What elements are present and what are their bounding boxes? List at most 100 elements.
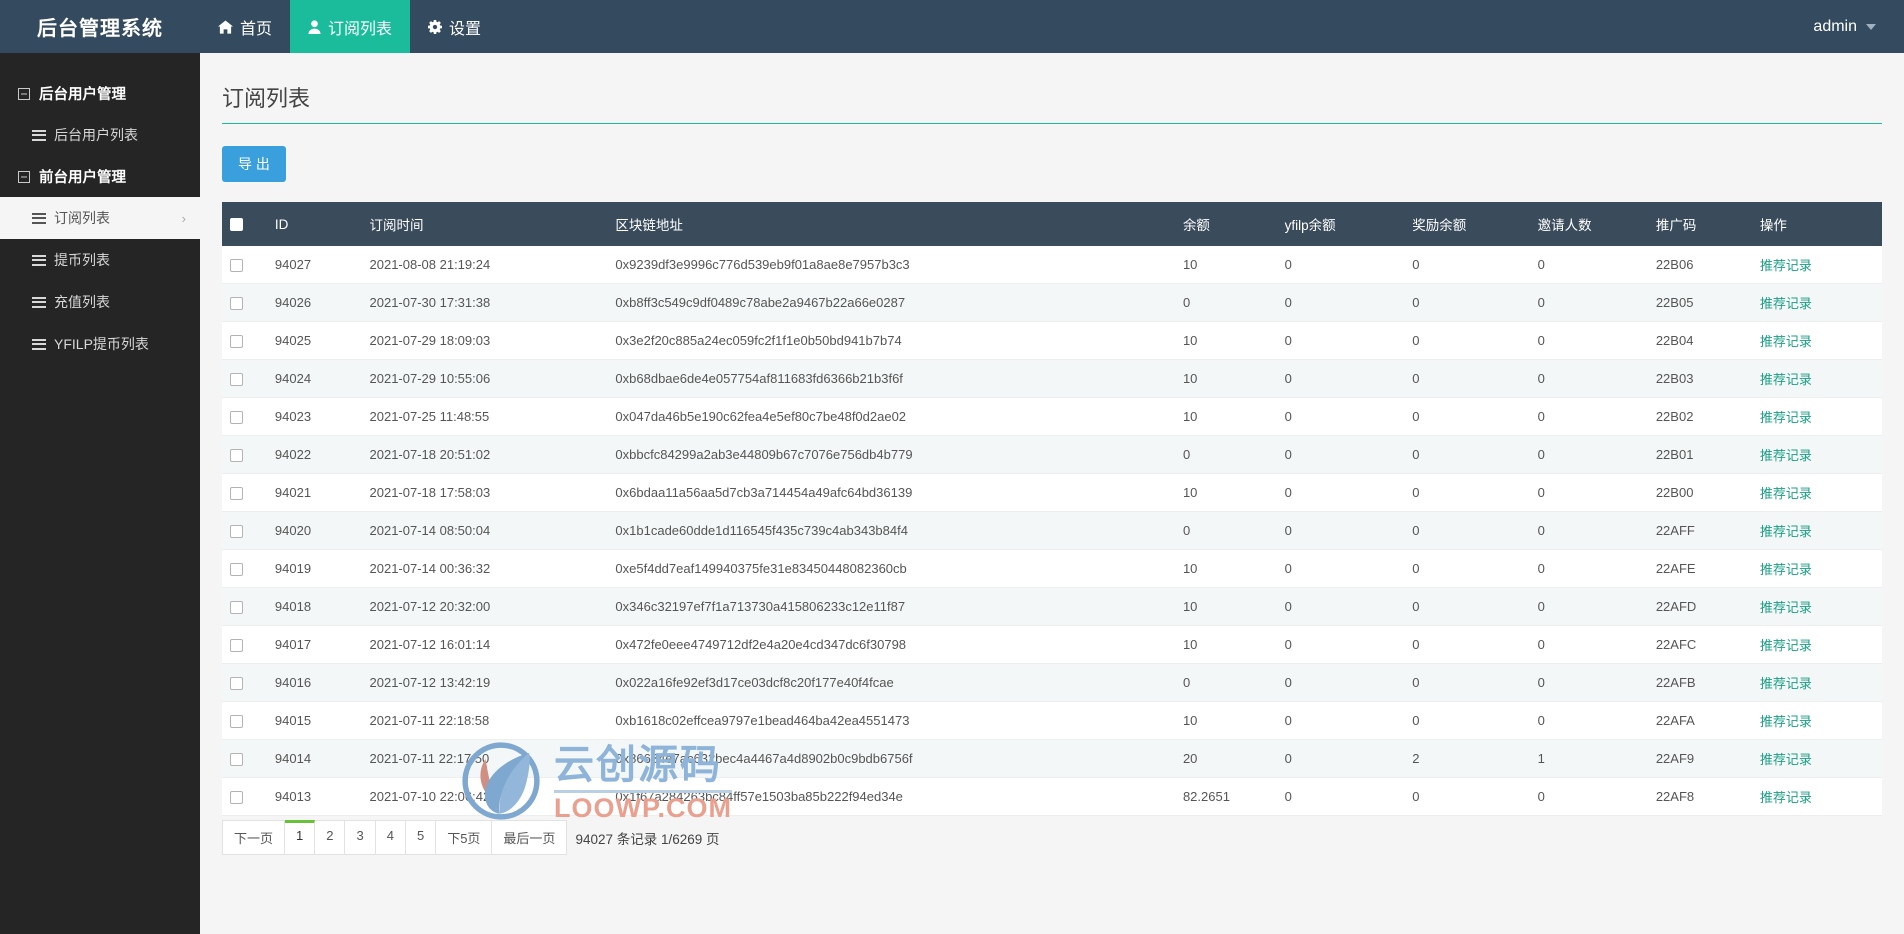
cell-code: 22AF8 bbox=[1647, 777, 1752, 816]
row-select-checkbox[interactable] bbox=[230, 791, 243, 805]
cell-address: 0x1f67a284263bc84ff57e1503ba85b222f94ed3… bbox=[607, 777, 1175, 816]
row-select-checkbox[interactable] bbox=[230, 639, 243, 653]
table-row[interactable]: 94026 2021-07-30 17:31:38 0xb8ff3c549c9df0… bbox=[222, 283, 1882, 322]
cell-invites: 0 bbox=[1529, 283, 1648, 322]
cell-code: 22AFC bbox=[1647, 625, 1752, 664]
pagination-button[interactable]: 3 bbox=[345, 820, 376, 855]
select-all-checkbox[interactable] bbox=[230, 218, 243, 232]
nav-item-settings[interactable]: 设置 bbox=[410, 0, 499, 53]
cell-id: 94019 bbox=[266, 549, 362, 588]
nav-item-home-label: 首页 bbox=[240, 20, 273, 38]
row-select-cell bbox=[222, 359, 267, 398]
row-select-checkbox[interactable] bbox=[230, 411, 243, 425]
table-row[interactable]: 94019 2021-07-14 00:36:32 0xe5f4dd7eaf1499… bbox=[222, 549, 1882, 588]
cell-yfilp: 0 bbox=[1276, 587, 1405, 626]
column-header-address[interactable]: 区块链地址 bbox=[607, 202, 1175, 246]
export-button[interactable]: 导 出 bbox=[222, 146, 286, 182]
column-header-invites[interactable]: 邀请人数 bbox=[1529, 202, 1648, 246]
pagination-button[interactable]: 2 bbox=[315, 820, 346, 855]
cell-code: 22B01 bbox=[1647, 435, 1752, 474]
table-row[interactable]: 94016 2021-07-12 13:42:19 0x022a16fe92ef3d… bbox=[222, 663, 1882, 702]
row-select-checkbox[interactable] bbox=[230, 487, 243, 501]
referral-record-link[interactable]: 推荐记录 bbox=[1760, 334, 1812, 349]
column-header-id[interactable]: ID bbox=[266, 202, 362, 246]
pagination-button[interactable]: 下5页 bbox=[436, 820, 493, 855]
sidebar-item-subscription-list[interactable]: 订阅列表 › bbox=[0, 197, 200, 239]
column-header-balance[interactable]: 余额 bbox=[1174, 202, 1277, 246]
sidebar-group-admin-users[interactable]: 后台用户管理 bbox=[0, 73, 200, 114]
table-row[interactable]: 94015 2021-07-11 22:18:58 0xb1618c02effcea… bbox=[222, 701, 1882, 740]
cell-yfilp: 0 bbox=[1276, 549, 1405, 588]
referral-record-link[interactable]: 推荐记录 bbox=[1760, 372, 1812, 387]
cell-yfilp: 0 bbox=[1276, 283, 1405, 322]
table-row[interactable]: 94013 2021-07-10 22:06:42 0x1f67a284263bc8… bbox=[222, 777, 1882, 816]
table-row[interactable]: 94025 2021-07-29 18:09:03 0x3e2f20c885a24e… bbox=[222, 321, 1882, 360]
referral-record-link[interactable]: 推荐记录 bbox=[1760, 410, 1812, 425]
table-row[interactable]: 94023 2021-07-25 11:48:55 0x047da46b5e190c… bbox=[222, 397, 1882, 436]
subscription-table: ID 订阅时间 区块链地址 余额 yfilp余额 奖励余额 邀请人数 推广码 操… bbox=[222, 202, 1882, 816]
column-header-code[interactable]: 推广码 bbox=[1647, 202, 1752, 246]
referral-record-link[interactable]: 推荐记录 bbox=[1760, 296, 1812, 311]
pagination-button[interactable]: 最后一页 bbox=[492, 820, 568, 855]
sidebar-group-front-users[interactable]: 前台用户管理 bbox=[0, 156, 200, 197]
row-select-checkbox[interactable] bbox=[230, 297, 243, 311]
referral-record-link[interactable]: 推荐记录 bbox=[1760, 258, 1812, 273]
row-select-checkbox[interactable] bbox=[230, 335, 243, 349]
table-row[interactable]: 94027 2021-08-08 21:19:24 0x9239df3e9996c7… bbox=[222, 246, 1882, 284]
nav-item-subscriptions[interactable]: 订阅列表 bbox=[290, 0, 411, 53]
row-select-checkbox[interactable] bbox=[230, 259, 243, 273]
sidebar-item-withdraw-list[interactable]: 提币列表 bbox=[0, 239, 200, 281]
referral-record-link[interactable]: 推荐记录 bbox=[1760, 562, 1812, 577]
table-row[interactable]: 94020 2021-07-14 08:50:04 0x1b1cade60dde1d… bbox=[222, 511, 1882, 550]
row-select-checkbox[interactable] bbox=[230, 563, 243, 577]
pagination-button[interactable]: 5 bbox=[405, 820, 437, 855]
cell-yfilp: 0 bbox=[1276, 663, 1405, 702]
row-select-checkbox[interactable] bbox=[230, 373, 243, 387]
pagination-button[interactable]: 4 bbox=[375, 820, 406, 855]
referral-record-link[interactable]: 推荐记录 bbox=[1760, 524, 1812, 539]
sidebar-item-yfilp-withdraw-list[interactable]: YFILP提币列表 bbox=[0, 323, 200, 365]
table-row[interactable]: 94018 2021-07-12 20:32:00 0x346c32197ef7f1… bbox=[222, 587, 1882, 626]
table-row[interactable]: 94014 2021-07-11 22:17:50 0x86684e7ac632be… bbox=[222, 739, 1882, 778]
sidebar-item-recharge-list[interactable]: 充值列表 bbox=[0, 281, 200, 323]
referral-record-link[interactable]: 推荐记录 bbox=[1760, 600, 1812, 615]
nav-item-home[interactable]: 首页 bbox=[200, 0, 290, 53]
cell-invites: 0 bbox=[1529, 625, 1648, 664]
pagination-info: 94027 条记录 1/6269 页 bbox=[575, 832, 720, 847]
cell-reward: 2 bbox=[1404, 739, 1530, 778]
cell-yfilp: 0 bbox=[1276, 473, 1405, 512]
cell-address: 0xbbcfc84299a2ab3e44809b67c7076e756db4b7… bbox=[607, 435, 1175, 474]
sidebar-item-admin-user-list[interactable]: 后台用户列表 bbox=[0, 114, 200, 156]
sidebar-item-admin-user-list-label: 后台用户列表 bbox=[54, 127, 138, 143]
navbar-links: 首页 订阅列表 设置 bbox=[200, 0, 499, 53]
referral-record-link[interactable]: 推荐记录 bbox=[1760, 676, 1812, 691]
row-select-checkbox[interactable] bbox=[230, 449, 243, 463]
referral-record-link[interactable]: 推荐记录 bbox=[1760, 752, 1812, 767]
pagination-button-current[interactable]: 1 bbox=[285, 820, 316, 855]
column-header-yfilp[interactable]: yfilp余额 bbox=[1276, 202, 1405, 246]
cell-reward: 0 bbox=[1404, 663, 1530, 702]
referral-record-link[interactable]: 推荐记录 bbox=[1760, 638, 1812, 653]
cell-time: 2021-07-29 18:09:03 bbox=[361, 321, 608, 360]
column-header-time[interactable]: 订阅时间 bbox=[361, 202, 608, 246]
table-row[interactable]: 94024 2021-07-29 10:55:06 0xb68dbae6de4e05… bbox=[222, 359, 1882, 398]
row-select-checkbox[interactable] bbox=[230, 601, 243, 615]
column-header-reward[interactable]: 奖励余额 bbox=[1404, 202, 1530, 246]
row-select-checkbox[interactable] bbox=[230, 525, 243, 539]
row-select-checkbox[interactable] bbox=[230, 753, 243, 767]
row-select-checkbox[interactable] bbox=[230, 677, 243, 691]
pagination-button[interactable]: 下一页 bbox=[222, 820, 286, 855]
user-menu[interactable]: admin bbox=[1795, 0, 1904, 53]
table-row[interactable]: 94022 2021-07-18 20:51:02 0xbbcfc84299a2ab… bbox=[222, 435, 1882, 474]
cell-reward: 0 bbox=[1404, 549, 1530, 588]
referral-record-link[interactable]: 推荐记录 bbox=[1760, 486, 1812, 501]
cell-reward: 0 bbox=[1404, 397, 1530, 436]
referral-record-link[interactable]: 推荐记录 bbox=[1760, 714, 1812, 729]
table-row[interactable]: 94017 2021-07-12 16:01:14 0x472fe0eee47497… bbox=[222, 625, 1882, 664]
row-select-checkbox[interactable] bbox=[230, 715, 243, 729]
main-content: 订阅列表 导 出 ID 订阅时间 区块链地址 余额 yfilp余额 奖励余额 邀… bbox=[200, 53, 1904, 934]
table-row[interactable]: 94021 2021-07-18 17:58:03 0x6bdaa11a56aa5d… bbox=[222, 473, 1882, 512]
cell-action: 推荐记录 bbox=[1751, 359, 1882, 398]
referral-record-link[interactable]: 推荐记录 bbox=[1760, 448, 1812, 463]
referral-record-link[interactable]: 推荐记录 bbox=[1760, 790, 1812, 805]
